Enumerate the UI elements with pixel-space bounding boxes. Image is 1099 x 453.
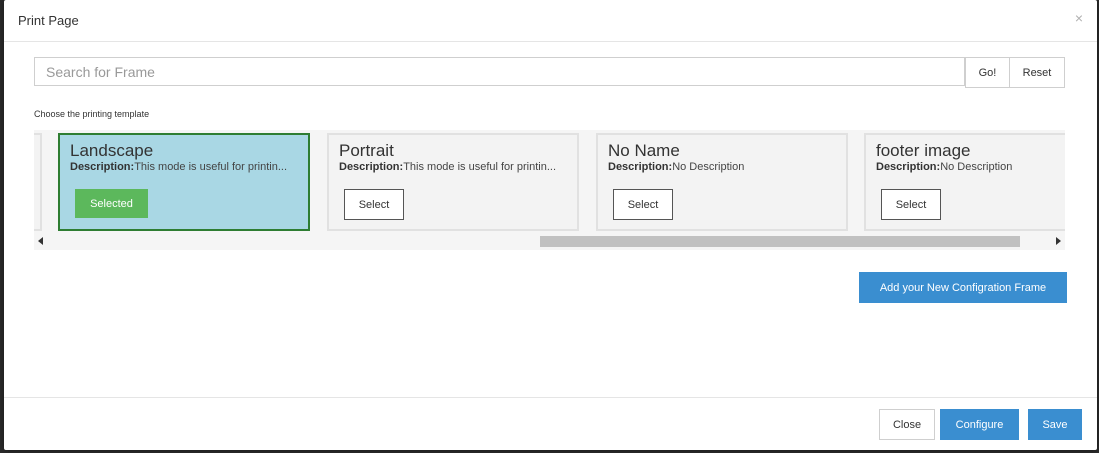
close-button[interactable]: Close (879, 409, 935, 440)
configure-button[interactable]: Configure (940, 409, 1019, 440)
description-prefix: Description: (70, 161, 135, 173)
save-button[interactable]: Save (1028, 409, 1082, 440)
print-page-dialog: Print Page × Go! Reset Choose the printi… (4, 0, 1097, 450)
close-icon[interactable]: × (1075, 10, 1083, 26)
select-button[interactable]: Select (881, 189, 941, 220)
template-card-footer-image[interactable]: footer image Description:No Description … (864, 133, 1065, 231)
card-description: Description:This mode is useful for prin… (339, 161, 571, 173)
card-title: Landscape (70, 141, 154, 160)
template-cards: Landscape Description:This mode is usefu… (34, 130, 1065, 232)
card-title: No Name (608, 141, 680, 160)
select-button[interactable]: Select (613, 189, 673, 220)
choose-template-label: Choose the printing template (34, 109, 150, 119)
card-description: Description:No Description (608, 161, 840, 173)
search-row: Go! Reset (34, 57, 1065, 88)
card-description: Description:This mode is useful for prin… (70, 161, 302, 173)
add-configuration-frame-button[interactable]: Add your New Configration Frame (859, 272, 1067, 303)
go-button[interactable]: Go! (965, 57, 1010, 88)
description-prefix: Description: (339, 161, 404, 173)
dialog-header: Print Page × (4, 0, 1097, 42)
description-text: No Description (940, 161, 1013, 173)
description-text: This mode is useful for printin... (134, 161, 288, 173)
arrow-left-icon[interactable] (38, 237, 43, 245)
dialog-title: Print Page (18, 13, 79, 28)
card-title: Portrait (339, 141, 394, 160)
template-card-no-name[interactable]: No Name Description:No Description Selec… (596, 133, 848, 231)
description-text: No Description (672, 161, 745, 173)
template-scroller[interactable]: Landscape Description:This mode is usefu… (34, 130, 1065, 250)
partial-template-card (34, 133, 42, 231)
dialog-footer: Close Configure Save (4, 397, 1097, 450)
card-description: Description:No Description (876, 161, 1065, 173)
template-card-portrait[interactable]: Portrait Description:This mode is useful… (327, 133, 579, 231)
template-card-landscape[interactable]: Landscape Description:This mode is usefu… (58, 133, 310, 231)
arrow-right-icon[interactable] (1056, 237, 1061, 245)
card-title: footer image (876, 141, 971, 160)
description-prefix: Description: (608, 161, 673, 173)
reset-button[interactable]: Reset (1009, 57, 1065, 88)
description-prefix: Description: (876, 161, 941, 173)
scrollbar-thumb[interactable] (540, 236, 1020, 247)
selected-button[interactable]: Selected (75, 189, 148, 218)
select-button[interactable]: Select (344, 189, 404, 220)
search-input[interactable] (34, 57, 965, 86)
horizontal-scrollbar[interactable] (34, 233, 1065, 250)
description-text: This mode is useful for printin... (403, 161, 557, 173)
